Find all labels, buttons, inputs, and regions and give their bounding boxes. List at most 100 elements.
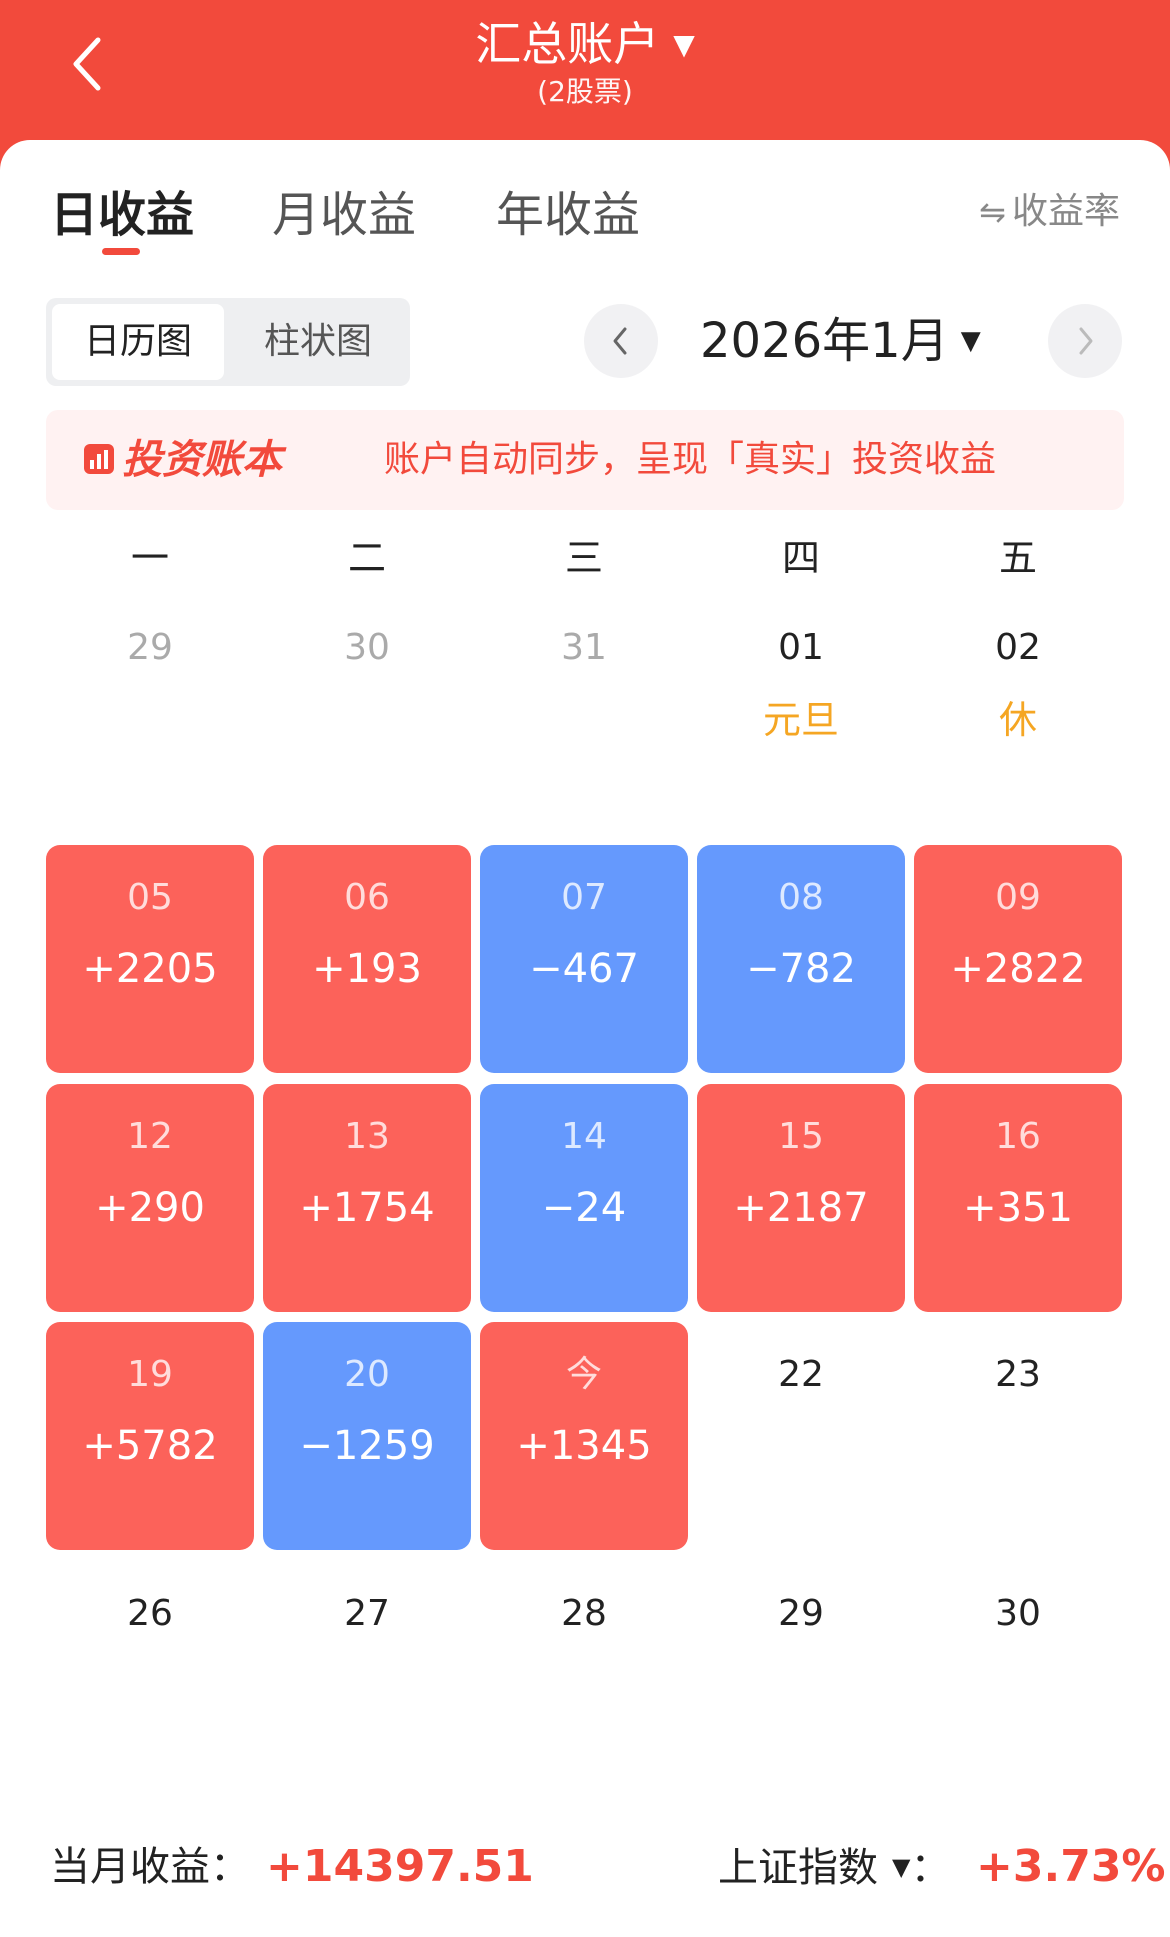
weekday-label: 三 bbox=[564, 536, 603, 580]
calendar-day-cell: 22 bbox=[697, 1322, 905, 1550]
daily-profit-value: −782 bbox=[746, 946, 856, 992]
day-number: 31 bbox=[561, 627, 607, 668]
weekday-label: 一 bbox=[130, 536, 169, 580]
weekday-label: 四 bbox=[781, 536, 820, 580]
daily-profit-value: −1259 bbox=[299, 1423, 435, 1469]
day-number: 19 bbox=[127, 1354, 173, 1395]
month-label: 2026年1月 bbox=[700, 313, 949, 369]
index-label: 上证指数 bbox=[718, 1845, 878, 1891]
day-number: 30 bbox=[995, 1593, 1041, 1634]
daily-profit-value: +1345 bbox=[516, 1423, 652, 1469]
month-profit-value: +14397.51 bbox=[266, 1841, 534, 1892]
caret-down-icon: ▼ bbox=[673, 28, 695, 61]
top-bar: 汇总账户 ▼ (2股票) bbox=[0, 0, 1170, 150]
caret-down-icon: ▼ bbox=[892, 1853, 911, 1881]
account-title: 汇总账户 bbox=[475, 17, 660, 71]
calendar-day-cell[interactable]: 06 +193 bbox=[263, 845, 471, 1073]
view-calendar-button[interactable]: 日历图 bbox=[52, 304, 224, 380]
day-number: 12 bbox=[127, 1116, 173, 1157]
rate-toggle-label: 收益率 bbox=[1011, 191, 1120, 232]
calendar-day-cell: 02 休 bbox=[914, 595, 1122, 823]
weekday-label: 五 bbox=[998, 536, 1037, 580]
prev-month-button[interactable] bbox=[584, 304, 658, 378]
calendar-day-cell[interactable]: 12 +290 bbox=[46, 1084, 254, 1312]
day-number: 29 bbox=[127, 627, 173, 668]
day-number: 14 bbox=[561, 1116, 607, 1157]
account-switcher[interactable]: 汇总账户 ▼ (2股票) bbox=[0, 14, 1170, 110]
account-subtitle: (2股票) bbox=[537, 75, 633, 108]
day-number: 05 bbox=[127, 877, 173, 918]
daily-profit-value: +351 bbox=[963, 1185, 1073, 1231]
day-number: 07 bbox=[561, 877, 607, 918]
day-number: 02 bbox=[995, 627, 1041, 668]
day-number: 23 bbox=[995, 1354, 1041, 1395]
calendar-day-cell: 30 bbox=[263, 595, 471, 823]
day-number: 27 bbox=[344, 1593, 390, 1634]
weekday-label: 二 bbox=[347, 536, 386, 580]
calendar-day-cell: 23 bbox=[914, 1322, 1122, 1550]
month-picker[interactable]: 2026年1月 ▼ bbox=[700, 306, 981, 376]
holiday-label: 元旦 bbox=[762, 698, 839, 742]
daily-profit-value: +1754 bbox=[299, 1185, 435, 1231]
calendar-day-cell: 29 bbox=[697, 1561, 905, 1789]
main-card: 日收益 月收益 年收益 ⇋ 收益率 日历图 柱状图 2026年1月 ▼ 投资账本 账… bbox=[0, 140, 1170, 1937]
day-number: 08 bbox=[778, 877, 824, 918]
calendar-day-cell: 26 bbox=[46, 1561, 254, 1789]
chevron-right-icon bbox=[1079, 327, 1093, 355]
calendar-day-cell: 01 元旦 bbox=[697, 595, 905, 823]
tab-monthly[interactable]: 月收益 bbox=[272, 180, 416, 250]
calendar-day-cell[interactable]: 09 +2822 bbox=[914, 845, 1122, 1073]
calendar-day-cell[interactable]: 20 −1259 bbox=[263, 1322, 471, 1550]
calendar-day-cell[interactable]: 19 +5782 bbox=[46, 1322, 254, 1550]
chevron-left-icon bbox=[613, 327, 627, 355]
calendar-day-cell[interactable]: 08 −782 bbox=[697, 845, 905, 1073]
daily-profit-value: +2205 bbox=[82, 946, 218, 992]
ledger-banner[interactable]: 投资账本 账户自动同步，呈现「真实」投资收益 bbox=[46, 410, 1124, 510]
calendar-day-cell: 31 bbox=[480, 595, 688, 823]
calendar-day-cell: 29 bbox=[46, 595, 254, 823]
ledger-logo-text: 投资账本 bbox=[122, 437, 282, 483]
day-number: 26 bbox=[127, 1593, 173, 1634]
calendar-day-cell[interactable]: 16 +351 bbox=[914, 1084, 1122, 1312]
day-number: 06 bbox=[344, 877, 390, 918]
next-month-button[interactable] bbox=[1048, 304, 1122, 378]
day-number: 13 bbox=[344, 1116, 390, 1157]
rate-toggle[interactable]: ⇋ 收益率 bbox=[979, 182, 1120, 242]
month-profit-label: 当月收益： bbox=[50, 1844, 250, 1890]
daily-profit-value: +2822 bbox=[950, 946, 1086, 992]
day-number: 30 bbox=[344, 627, 390, 668]
calendar-day-cell[interactable]: 13 +1754 bbox=[263, 1084, 471, 1312]
day-number: 28 bbox=[561, 1593, 607, 1634]
tab-indicator bbox=[102, 248, 140, 255]
calendar-day-cell[interactable]: 05 +2205 bbox=[46, 845, 254, 1073]
day-number: 09 bbox=[995, 877, 1041, 918]
day-number: 01 bbox=[778, 627, 824, 668]
index-colon: ： bbox=[910, 1845, 951, 1891]
tab-yearly[interactable]: 年收益 bbox=[496, 180, 640, 250]
ledger-logo-icon bbox=[84, 444, 114, 474]
day-number: 29 bbox=[778, 1593, 824, 1634]
calendar-day-cell: 28 bbox=[480, 1561, 688, 1789]
day-number: 20 bbox=[344, 1354, 390, 1395]
day-number: 16 bbox=[995, 1116, 1041, 1157]
calendar-day-cell: 27 bbox=[263, 1561, 471, 1789]
daily-profit-value: +2187 bbox=[733, 1185, 869, 1231]
daily-profit-value: +193 bbox=[312, 946, 422, 992]
calendar-day-cell[interactable]: 今 +1345 bbox=[480, 1322, 688, 1550]
calendar-day-cell[interactable]: 07 −467 bbox=[480, 845, 688, 1073]
calendar-day-cell[interactable]: 14 −24 bbox=[480, 1084, 688, 1312]
swap-icon: ⇋ bbox=[979, 193, 1006, 231]
tab-daily[interactable]: 日收益 bbox=[50, 180, 194, 250]
view-bar-button[interactable]: 柱状图 bbox=[232, 304, 404, 380]
calendar-day-cell: 30 bbox=[914, 1561, 1122, 1789]
day-number: 今 bbox=[565, 1354, 602, 1395]
day-number: 22 bbox=[778, 1354, 824, 1395]
index-selector[interactable]: 上证指数 ▼： bbox=[718, 1832, 950, 1903]
calendar-day-cell[interactable]: 15 +2187 bbox=[697, 1084, 905, 1312]
daily-profit-value: −467 bbox=[529, 946, 639, 992]
view-toggle: 日历图 柱状图 bbox=[46, 298, 410, 386]
holiday-label: 休 bbox=[998, 698, 1037, 742]
caret-down-icon: ▼ bbox=[960, 326, 981, 356]
day-number: 15 bbox=[778, 1116, 824, 1157]
daily-profit-value: +290 bbox=[95, 1185, 205, 1231]
